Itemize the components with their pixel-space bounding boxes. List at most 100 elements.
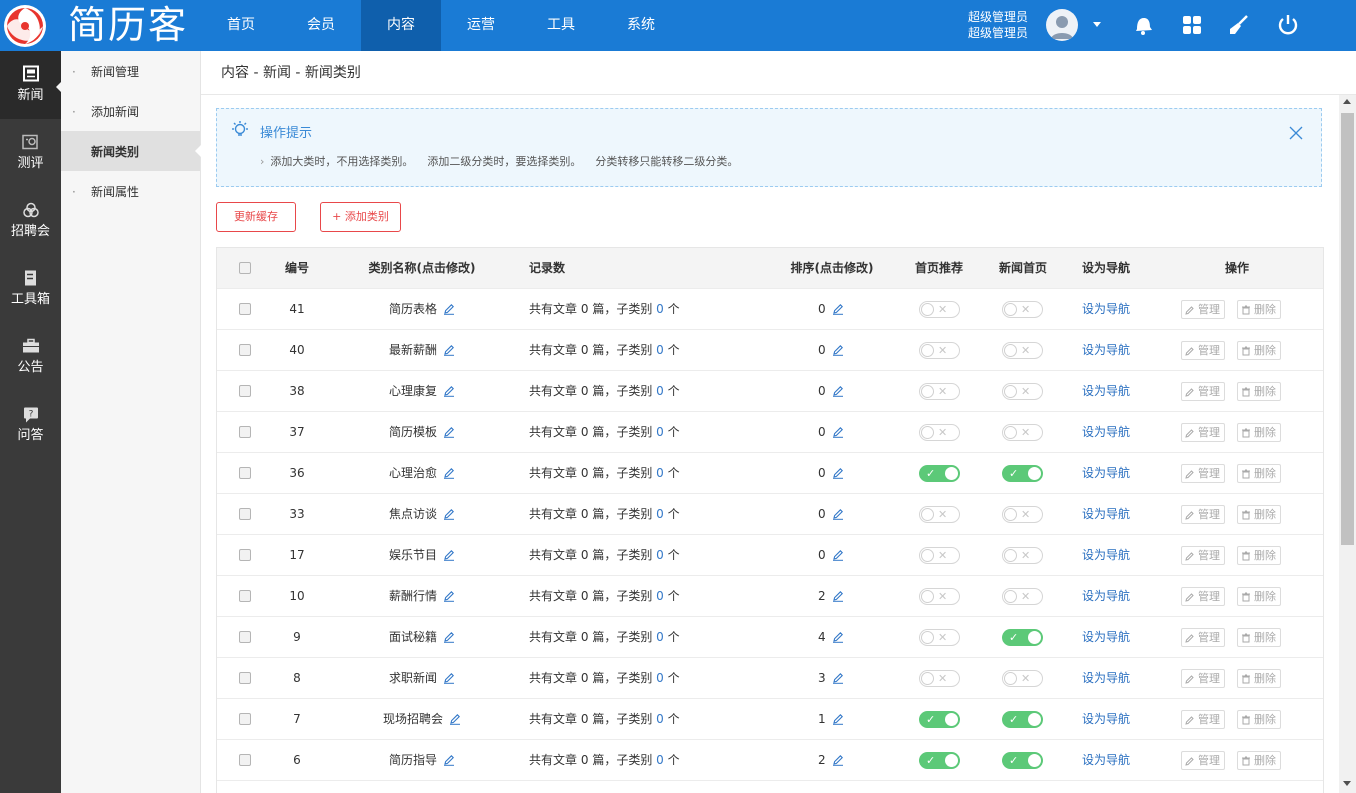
set-nav-link[interactable]: 设为导航: [1076, 494, 1136, 535]
cell-name[interactable]: 心理康复: [347, 371, 497, 412]
row-checkbox[interactable]: [239, 631, 251, 643]
category-name[interactable]: 简历指导: [389, 753, 437, 767]
set-nav-text[interactable]: 设为导航: [1082, 548, 1130, 562]
home-recommend-toggle[interactable]: ✕: [919, 670, 960, 687]
home-recommend-toggle[interactable]: ✕: [919, 629, 960, 646]
edit-pencil-icon[interactable]: [832, 303, 844, 315]
news-home-toggle[interactable]: ✓: [1002, 629, 1043, 646]
delete-button[interactable]: 删除: [1237, 423, 1281, 442]
edit-pencil-icon[interactable]: [832, 426, 844, 438]
order-value[interactable]: 0: [818, 548, 826, 562]
edit-pencil-icon[interactable]: [832, 549, 844, 561]
topnav-operations[interactable]: 运营: [441, 0, 521, 51]
cell-order[interactable]: 2: [818, 740, 844, 781]
row-checkbox[interactable]: [239, 385, 251, 397]
order-value[interactable]: 2: [818, 589, 826, 603]
home-recommend-toggle[interactable]: ✕: [919, 301, 960, 318]
scroll-down-arrow-icon[interactable]: [1343, 781, 1351, 786]
manage-button[interactable]: 管理: [1181, 505, 1225, 524]
home-recommend-toggle[interactable]: ✕: [919, 424, 960, 441]
home-recommend-toggle[interactable]: ✕: [919, 547, 960, 564]
delete-button[interactable]: 删除: [1237, 628, 1281, 647]
cell-name[interactable]: 薪酬行情: [347, 576, 497, 617]
manage-button[interactable]: 管理: [1181, 382, 1225, 401]
news-home-toggle[interactable]: ✕: [1002, 506, 1043, 523]
set-nav-text[interactable]: 设为导航: [1082, 753, 1130, 767]
set-nav-link[interactable]: 设为导航: [1076, 617, 1136, 658]
news-home-toggle[interactable]: ✕: [1002, 424, 1043, 441]
cell-order[interactable]: 0: [818, 289, 844, 330]
apps-grid-icon[interactable]: [1180, 13, 1204, 37]
news-home-toggle[interactable]: ✕: [1002, 670, 1043, 687]
subnav-news-attribute[interactable]: 新闻属性: [61, 171, 200, 213]
bell-icon[interactable]: [1131, 13, 1155, 37]
manage-button[interactable]: 管理: [1181, 546, 1225, 565]
delete-button[interactable]: 删除: [1237, 505, 1281, 524]
category-name[interactable]: 心理康复: [389, 384, 437, 398]
news-home-toggle[interactable]: ✓: [1002, 752, 1043, 769]
news-home-toggle[interactable]: ✕: [1002, 588, 1043, 605]
manage-button[interactable]: 管理: [1181, 464, 1225, 483]
delete-button[interactable]: 删除: [1237, 751, 1281, 770]
edit-pencil-icon[interactable]: [449, 713, 461, 725]
edit-pencil-icon[interactable]: [443, 590, 455, 602]
news-home-toggle[interactable]: ✓: [1002, 711, 1043, 728]
edit-pencil-icon[interactable]: [832, 385, 844, 397]
category-name[interactable]: 心理治愈: [389, 466, 437, 480]
set-nav-link[interactable]: 设为导航: [1076, 371, 1136, 412]
select-all-checkbox[interactable]: [239, 262, 251, 274]
cell-name[interactable]: 面试秘籍: [347, 617, 497, 658]
topnav-home[interactable]: 首页: [201, 0, 281, 51]
topnav-system[interactable]: 系统: [601, 0, 681, 51]
order-value[interactable]: 4: [818, 630, 826, 644]
news-home-toggle[interactable]: ✓: [1002, 465, 1043, 482]
row-checkbox[interactable]: [239, 754, 251, 766]
order-value[interactable]: 0: [818, 425, 826, 439]
category-name[interactable]: 现场招聘会: [383, 712, 443, 726]
edit-pencil-icon[interactable]: [832, 672, 844, 684]
clear-cache-brush-icon[interactable]: [1227, 13, 1251, 37]
set-nav-link[interactable]: 设为导航: [1076, 699, 1136, 740]
category-name[interactable]: 娱乐节目: [389, 548, 437, 562]
news-home-toggle[interactable]: ✕: [1002, 547, 1043, 564]
row-checkbox[interactable]: [239, 508, 251, 520]
order-value[interactable]: 0: [818, 343, 826, 357]
home-recommend-toggle[interactable]: ✕: [919, 506, 960, 523]
delete-button[interactable]: 删除: [1237, 587, 1281, 606]
cell-order[interactable]: 2: [818, 576, 844, 617]
manage-button[interactable]: 管理: [1181, 423, 1225, 442]
edit-pencil-icon[interactable]: [443, 508, 455, 520]
set-nav-text[interactable]: 设为导航: [1082, 671, 1130, 685]
edit-pencil-icon[interactable]: [443, 385, 455, 397]
logo[interactable]: 简历客: [0, 0, 200, 51]
cell-name[interactable]: 求职新闻: [347, 658, 497, 699]
category-name[interactable]: 面试秘籍: [389, 630, 437, 644]
manage-button[interactable]: 管理: [1181, 669, 1225, 688]
set-nav-text[interactable]: 设为导航: [1082, 466, 1130, 480]
set-nav-text[interactable]: 设为导航: [1082, 302, 1130, 316]
set-nav-link[interactable]: 设为导航: [1076, 330, 1136, 371]
edit-pencil-icon[interactable]: [443, 754, 455, 766]
set-nav-text[interactable]: 设为导航: [1082, 343, 1130, 357]
home-recommend-toggle[interactable]: ✓: [919, 711, 960, 728]
set-nav-text[interactable]: 设为导航: [1082, 425, 1130, 439]
set-nav-link[interactable]: 设为导航: [1076, 576, 1136, 617]
sidebar-item-qa[interactable]: ? 问答: [0, 391, 61, 459]
home-recommend-toggle[interactable]: ✓: [919, 465, 960, 482]
cell-name[interactable]: 最新薪酬: [347, 330, 497, 371]
set-nav-text[interactable]: 设为导航: [1082, 589, 1130, 603]
category-name[interactable]: 简历模板: [389, 425, 437, 439]
cell-name[interactable]: 焦点访谈: [347, 494, 497, 535]
edit-pencil-icon[interactable]: [443, 672, 455, 684]
vertical-scrollbar[interactable]: [1339, 95, 1356, 793]
category-name[interactable]: 求职新闻: [389, 671, 437, 685]
manage-button[interactable]: 管理: [1181, 587, 1225, 606]
edit-pencil-icon[interactable]: [443, 426, 455, 438]
subnav-news-manage[interactable]: 新闻管理: [61, 51, 200, 93]
cell-order[interactable]: 1: [818, 699, 844, 740]
home-recommend-toggle[interactable]: ✕: [919, 342, 960, 359]
cell-name[interactable]: 简历指导: [347, 740, 497, 781]
scroll-up-arrow-icon[interactable]: [1343, 99, 1351, 104]
row-checkbox[interactable]: [239, 303, 251, 315]
manage-button[interactable]: 管理: [1181, 751, 1225, 770]
